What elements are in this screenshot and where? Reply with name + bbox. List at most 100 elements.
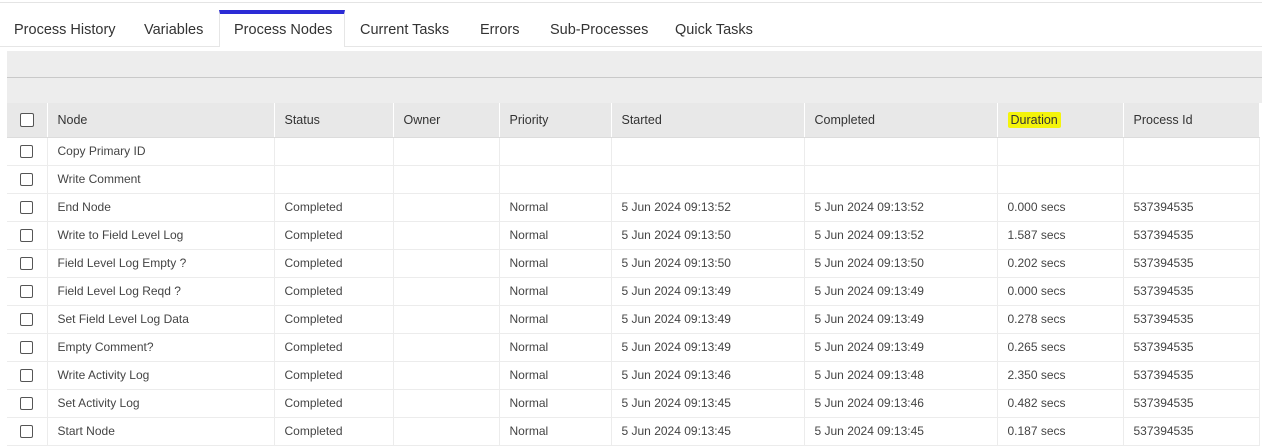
row-select-cell: [7, 193, 48, 222]
cell-duration: 0.265 secs: [997, 333, 1124, 362]
cell-node: End Node: [47, 193, 275, 222]
table-row[interactable]: Start Node Completed Normal 5 Jun 2024 09:1…: [7, 417, 1260, 446]
cell-completed: 5 Jun 2024 09:13:52: [804, 193, 998, 222]
row-checkbox[interactable]: [20, 397, 34, 411]
row-select-cell: [7, 361, 48, 390]
cell-duration: [997, 137, 1124, 166]
cell-node: Copy Primary ID: [47, 137, 275, 166]
column-header-node[interactable]: Node: [47, 103, 275, 138]
cell-started: [611, 137, 805, 166]
tab-process-nodes[interactable]: Process Nodes: [219, 10, 345, 47]
cell-owner: [393, 389, 500, 418]
column-header-started[interactable]: Started: [611, 103, 805, 138]
row-checkbox[interactable]: [20, 201, 34, 215]
row-checkbox[interactable]: [20, 313, 34, 327]
cell-duration: 0.000 secs: [997, 193, 1124, 222]
cell-process-id: [1123, 137, 1260, 166]
tab-quick-tasks[interactable]: Quick Tasks: [661, 10, 767, 46]
cell-node: Field Level Log Reqd ?: [47, 277, 275, 306]
cell-priority: Normal: [499, 389, 612, 418]
table-row[interactable]: Field Level Log Reqd ? Completed Normal 5 J…: [7, 277, 1260, 306]
table-row[interactable]: Copy Primary ID: [7, 137, 1260, 166]
cell-status: Completed: [274, 389, 394, 418]
cell-node: Write Comment: [47, 165, 275, 194]
row-checkbox[interactable]: [20, 257, 34, 271]
row-checkbox[interactable]: [20, 425, 34, 439]
cell-process-id: 537394535: [1123, 361, 1260, 390]
column-header-completed[interactable]: Completed: [804, 103, 998, 138]
cell-duration: 2.350 secs: [997, 361, 1124, 390]
cell-process-id: 537394535: [1123, 193, 1260, 222]
cell-owner: [393, 417, 500, 446]
cell-status: Completed: [274, 249, 394, 278]
table-row[interactable]: Empty Comment? Completed Normal 5 Jun 2024 …: [7, 333, 1260, 362]
column-header-duration[interactable]: Duration: [997, 103, 1124, 138]
cell-owner: [393, 249, 500, 278]
cell-node: Start Node: [47, 417, 275, 446]
table-row[interactable]: End Node Completed Normal 5 Jun 2024 09:13:…: [7, 193, 1260, 222]
column-header-owner[interactable]: Owner: [393, 103, 500, 138]
row-checkbox[interactable]: [20, 173, 34, 187]
cell-completed: 5 Jun 2024 09:13:50: [804, 249, 998, 278]
cell-status: Completed: [274, 277, 394, 306]
table-row[interactable]: Write to Field Level Log Completed Normal 5…: [7, 221, 1260, 250]
cell-process-id: 537394535: [1123, 389, 1260, 418]
cell-completed: [804, 137, 998, 166]
cell-completed: 5 Jun 2024 09:13:52: [804, 221, 998, 250]
row-checkbox[interactable]: [20, 145, 34, 159]
cell-status: Completed: [274, 417, 394, 446]
cell-started: 5 Jun 2024 09:13:45: [611, 389, 805, 418]
cell-status: [274, 137, 394, 166]
tab-process-history[interactable]: Process History: [0, 10, 130, 46]
cell-duration: 0.187 secs: [997, 417, 1124, 446]
cell-duration: 0.202 secs: [997, 249, 1124, 278]
table-row[interactable]: Write Activity Log Completed Normal 5 Jun 2…: [7, 361, 1260, 390]
row-select-cell: [7, 389, 48, 418]
cell-priority: Normal: [499, 305, 612, 334]
cell-status: [274, 165, 394, 194]
cell-node: Set Field Level Log Data: [47, 305, 275, 334]
table-row[interactable]: Set Field Level Log Data Completed Normal 5…: [7, 305, 1260, 334]
cell-node: Field Level Log Empty ?: [47, 249, 275, 278]
cell-priority: Normal: [499, 193, 612, 222]
cell-duration: [997, 165, 1124, 194]
column-header-process-id[interactable]: Process Id: [1123, 103, 1260, 138]
cell-status: Completed: [274, 361, 394, 390]
tab-variables[interactable]: Variables: [130, 10, 217, 46]
row-select-cell: [7, 277, 48, 306]
row-select-cell: [7, 165, 48, 194]
tab-errors[interactable]: Errors: [466, 10, 533, 46]
cell-completed: 5 Jun 2024 09:13:46: [804, 389, 998, 418]
cell-completed: [804, 165, 998, 194]
tab-current-tasks[interactable]: Current Tasks: [346, 10, 463, 46]
cell-completed: 5 Jun 2024 09:13:48: [804, 361, 998, 390]
cell-owner: [393, 137, 500, 166]
cell-process-id: 537394535: [1123, 333, 1260, 362]
cell-duration: 0.482 secs: [997, 389, 1124, 418]
row-select-cell: [7, 417, 48, 446]
tab-sub-processes[interactable]: Sub-Processes: [536, 10, 662, 46]
cell-owner: [393, 333, 500, 362]
toolbar-divider: [7, 77, 1262, 78]
cell-process-id: [1123, 165, 1260, 194]
row-select-cell: [7, 221, 48, 250]
process-nodes-table: Node Status Owner Priority Started Compl…: [7, 103, 1260, 446]
row-checkbox[interactable]: [20, 229, 34, 243]
cell-owner: [393, 165, 500, 194]
cell-completed: 5 Jun 2024 09:13:49: [804, 277, 998, 306]
select-all-checkbox[interactable]: [19, 113, 34, 128]
cell-completed: 5 Jun 2024 09:13:49: [804, 305, 998, 334]
table-row[interactable]: Write Comment: [7, 165, 1260, 194]
table-header-row: Node Status Owner Priority Started Compl…: [7, 103, 1260, 138]
row-checkbox[interactable]: [20, 285, 34, 299]
column-header-status[interactable]: Status: [274, 103, 394, 138]
table-row[interactable]: Set Activity Log Completed Normal 5 Jun 202…: [7, 389, 1260, 418]
cell-priority: [499, 137, 612, 166]
column-header-priority[interactable]: Priority: [499, 103, 612, 138]
select-all-cell: [7, 103, 48, 138]
cell-completed: 5 Jun 2024 09:13:45: [804, 417, 998, 446]
row-checkbox[interactable]: [20, 369, 34, 383]
cell-status: Completed: [274, 193, 394, 222]
table-row[interactable]: Field Level Log Empty ? Completed Normal 5 …: [7, 249, 1260, 278]
row-checkbox[interactable]: [20, 341, 34, 355]
